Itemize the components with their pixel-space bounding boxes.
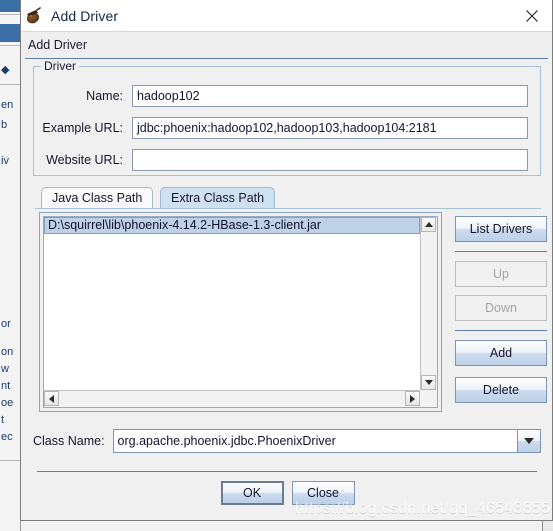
background-text-fragment: en bbox=[1, 99, 14, 111]
close-button[interactable]: Close bbox=[291, 481, 355, 505]
website-url-input[interactable] bbox=[132, 149, 528, 171]
name-label: Name: bbox=[86, 89, 123, 103]
background-divider bbox=[0, 14, 20, 15]
field-row-website-url: Website URL: bbox=[34, 149, 540, 171]
scroll-up-icon[interactable] bbox=[421, 217, 436, 232]
classpath-button-column: List Drivers Up Down Add Delete bbox=[455, 216, 547, 403]
footer-separator bbox=[37, 471, 537, 472]
chevron-down-icon[interactable] bbox=[517, 430, 540, 452]
background-text-fragment: ec bbox=[1, 431, 13, 443]
background-text-fragment: b bbox=[1, 119, 8, 131]
add-driver-dialog: Add Driver Add Driver Driver Name: hadoo… bbox=[20, 0, 553, 521]
scroll-left-icon[interactable] bbox=[44, 391, 59, 406]
subheader-label: Add Driver bbox=[28, 38, 88, 52]
field-row-name: Name: hadoop102 bbox=[34, 85, 540, 107]
header-separator bbox=[25, 58, 548, 59]
example-url-input[interactable]: jdbc:phoenix:hadoop102,hadoop103,hadoop1… bbox=[132, 117, 528, 139]
dialog-title: Add Driver bbox=[51, 7, 119, 24]
horizontal-scrollbar[interactable] bbox=[44, 390, 420, 407]
dialog-subheader: Add Driver bbox=[21, 32, 552, 58]
background-text-fragment: nt bbox=[1, 380, 11, 392]
classpath-tabstrip: Java Class Path Extra Class Path bbox=[35, 187, 541, 209]
move-up-button[interactable]: Up bbox=[455, 261, 547, 287]
acorn-icon bbox=[23, 6, 45, 26]
website-url-label: Website URL: bbox=[46, 153, 123, 167]
tab-java-class-path[interactable]: Java Class Path bbox=[41, 187, 154, 209]
ok-button[interactable]: OK bbox=[220, 481, 284, 505]
classpath-list-items: D:\squirrel\lib\phoenix-4.14.2-HBase-1.3… bbox=[44, 217, 420, 390]
class-name-combobox[interactable]: org.apache.phoenix.jdbc.PhoenixDriver bbox=[112, 429, 541, 453]
background-text-fragment: ◆ bbox=[1, 64, 10, 76]
background-text-fragment: or bbox=[1, 318, 11, 330]
background-divider bbox=[0, 84, 20, 85]
background-divider bbox=[0, 45, 20, 46]
scrollbar-corner bbox=[420, 390, 437, 407]
name-input[interactable]: hadoop102 bbox=[132, 85, 528, 107]
tab-extra-class-path[interactable]: Extra Class Path bbox=[160, 187, 276, 209]
background-text-fragment: iv bbox=[1, 155, 9, 167]
add-button[interactable]: Add bbox=[455, 340, 547, 366]
list-item[interactable]: D:\squirrel\lib\phoenix-4.14.2-HBase-1.3… bbox=[44, 217, 420, 234]
move-down-button[interactable]: Down bbox=[455, 295, 547, 321]
tabstrip-underline bbox=[35, 208, 541, 209]
dialog-footer: OK Close bbox=[21, 481, 553, 505]
background-text-fragment: t bbox=[1, 414, 5, 426]
background-text-fragment: w bbox=[1, 363, 9, 375]
driver-groupbox: Driver Name: hadoop102 Example URL: jdbc… bbox=[33, 59, 541, 176]
button-separator bbox=[455, 251, 547, 252]
delete-button[interactable]: Delete bbox=[455, 377, 547, 403]
field-row-example-url: Example URL: jdbc:phoenix:hadoop102,hado… bbox=[34, 117, 540, 139]
list-drivers-button[interactable]: List Drivers bbox=[455, 216, 547, 242]
background-text-fragment: oe bbox=[1, 397, 14, 409]
background-divider bbox=[0, 460, 20, 461]
classpath-listbox[interactable]: D:\squirrel\lib\phoenix-4.14.2-HBase-1.3… bbox=[43, 216, 438, 408]
background-selection-fragment bbox=[0, 24, 20, 42]
button-separator bbox=[455, 330, 547, 331]
close-icon[interactable] bbox=[518, 3, 546, 29]
driver-groupbox-legend: Driver bbox=[41, 59, 79, 73]
classpath-list-panel: D:\squirrel\lib\phoenix-4.14.2-HBase-1.3… bbox=[39, 212, 442, 412]
vertical-scrollbar[interactable] bbox=[420, 217, 437, 390]
class-name-label: Class Name: bbox=[33, 434, 105, 448]
example-url-label: Example URL: bbox=[42, 121, 123, 135]
background-titlebar-fragment bbox=[0, 0, 20, 12]
background-left-strip: ◆ en b iv or on w nt oe t ec bbox=[0, 0, 21, 531]
scroll-down-icon[interactable] bbox=[421, 375, 436, 390]
scroll-right-icon[interactable] bbox=[405, 391, 420, 406]
class-name-row: Class Name: org.apache.phoenix.jdbc.Phoe… bbox=[33, 429, 541, 453]
class-name-value[interactable]: org.apache.phoenix.jdbc.PhoenixDriver bbox=[113, 430, 517, 452]
dialog-titlebar: Add Driver bbox=[21, 0, 552, 32]
background-text-fragment: on bbox=[1, 346, 14, 358]
